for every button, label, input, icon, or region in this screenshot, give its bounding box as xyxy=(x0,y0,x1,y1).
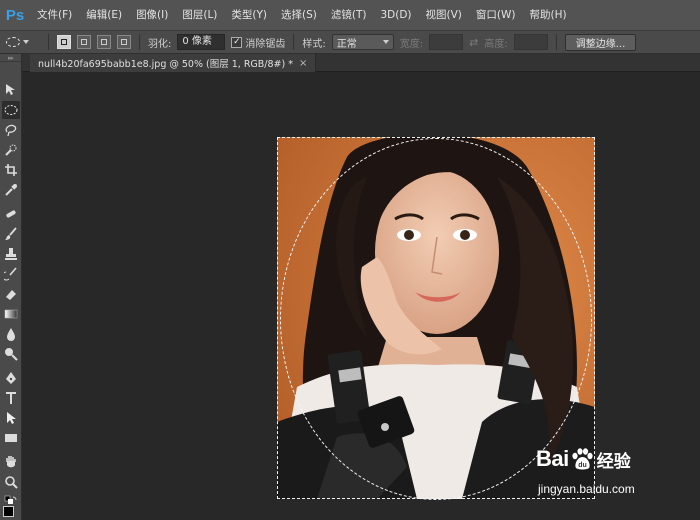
menu-file[interactable]: 文件(F) xyxy=(30,0,79,30)
chevron-down-icon xyxy=(23,40,29,44)
blur-tool-icon[interactable] xyxy=(2,325,20,343)
separator xyxy=(555,34,557,50)
menu-select[interactable]: 选择(S) xyxy=(274,0,324,30)
watermark-logo-row: Bai du 经验 xyxy=(536,446,631,472)
intersect-selection-icon xyxy=(121,39,127,45)
chevron-down-icon xyxy=(382,40,389,44)
menu-window[interactable]: 窗口(W) xyxy=(469,0,523,30)
antialias-option[interactable]: ✓ 消除锯齿 xyxy=(231,35,285,50)
watermark-brand: Bai xyxy=(536,446,569,471)
move-tool-icon[interactable] xyxy=(2,81,20,99)
refine-edge-button[interactable]: 调整边缘... xyxy=(564,33,637,51)
feather-label: 羽化: xyxy=(148,38,172,50)
rectangle-tool-icon[interactable] xyxy=(2,429,20,447)
menu-items: 文件(F) 编辑(E) 图像(I) 图层(L) 类型(Y) 选择(S) 滤镜(T… xyxy=(30,0,574,30)
antialias-checkbox[interactable]: ✓ xyxy=(231,36,243,48)
foreground-color-swatch[interactable] xyxy=(3,506,14,517)
baidu-paw-icon: du xyxy=(570,447,594,471)
toolbox-grip[interactable]: ▸▸ xyxy=(0,54,21,62)
zoom-tool-icon[interactable] xyxy=(2,473,20,491)
watermark-url: jingyan.baidu.com xyxy=(538,482,635,496)
elliptical-marquee-icon xyxy=(6,37,20,47)
quick-selection-tool-icon[interactable] xyxy=(2,141,20,159)
style-label: 样式: xyxy=(302,38,326,50)
eraser-tool-icon[interactable] xyxy=(2,285,20,303)
path-selection-tool-icon[interactable] xyxy=(2,409,20,427)
options-bar: 羽化: 0 像素 ✓ 消除锯齿 样式: 正常 宽度: ⇄ 高度: 调整边缘... xyxy=(0,30,700,54)
style-select-value: 正常 xyxy=(336,38,357,50)
history-brush-tool-icon[interactable] xyxy=(2,265,20,283)
menu-bar: Ps 文件(F) 编辑(E) 图像(I) 图层(L) 类型(Y) 选择(S) 滤… xyxy=(0,0,700,30)
elliptical-marquee-tool-icon[interactable] xyxy=(2,101,20,119)
lasso-tool-icon[interactable] xyxy=(2,121,20,139)
antialias-label: 消除锯齿 xyxy=(245,38,286,50)
menu-type[interactable]: 类型(Y) xyxy=(224,0,274,30)
add-selection-icon xyxy=(81,39,87,45)
menu-view[interactable]: 视图(V) xyxy=(419,0,469,30)
menu-filter[interactable]: 滤镜(T) xyxy=(324,0,374,30)
photoshop-logo: Ps xyxy=(5,6,25,24)
add-to-selection-button[interactable] xyxy=(77,35,91,49)
crop-tool-icon[interactable] xyxy=(2,161,20,179)
separator xyxy=(139,34,140,50)
menu-help[interactable]: 帮助(H) xyxy=(523,0,574,30)
menu-image[interactable]: 图像(I) xyxy=(129,0,175,30)
close-icon[interactable]: × xyxy=(299,58,307,69)
height-input xyxy=(513,34,548,50)
width-input xyxy=(429,34,464,50)
intersect-selection-button[interactable] xyxy=(117,35,131,49)
new-selection-icon xyxy=(61,39,67,45)
separator xyxy=(48,34,49,50)
spot-healing-tool-icon[interactable] xyxy=(2,205,20,223)
watermark-brand-suffix: 经验 xyxy=(596,451,631,472)
type-tool-icon[interactable] xyxy=(2,389,20,407)
width-label: 宽度: xyxy=(399,38,424,50)
document-tab[interactable]: null4b20fa695babb1e8.jpg @ 50% (图层 1, RG… xyxy=(30,54,317,72)
gradient-tool-icon[interactable] xyxy=(2,305,20,323)
clone-stamp-tool-icon[interactable] xyxy=(2,245,20,263)
toolbox: ▸▸ xyxy=(0,54,22,520)
subtract-selection-icon xyxy=(101,39,107,45)
pen-tool-icon[interactable] xyxy=(2,369,20,387)
document-image[interactable] xyxy=(277,137,595,499)
dodge-tool-icon[interactable] xyxy=(2,345,20,363)
height-label: 高度: xyxy=(484,38,508,50)
subtract-from-selection-button[interactable] xyxy=(97,35,111,49)
brush-tool-icon[interactable] xyxy=(2,225,20,243)
new-selection-button[interactable] xyxy=(57,35,71,49)
document-tab-title: null4b20fa695babb1e8.jpg @ 50% (图层 1, RG… xyxy=(38,59,293,70)
hand-tool-icon[interactable] xyxy=(2,453,20,471)
document-tab-bar: null4b20fa695babb1e8.jpg @ 50% (图层 1, RG… xyxy=(22,54,700,72)
feather-input[interactable]: 0 像素 xyxy=(177,34,226,50)
portrait-photo xyxy=(277,137,595,499)
baidu-jingyan-watermark: Bai du 经验 jingyan.baidu.com xyxy=(536,446,696,506)
style-select[interactable]: 正常 xyxy=(331,34,394,50)
separator xyxy=(293,34,295,50)
menu-edit[interactable]: 编辑(E) xyxy=(79,0,129,30)
svg-text:du: du xyxy=(578,462,587,469)
menu-layer[interactable]: 图层(L) xyxy=(175,0,224,30)
eyedropper-tool-icon[interactable] xyxy=(2,181,20,199)
menu-3d[interactable]: 3D(D) xyxy=(373,0,418,30)
swap-icon: ⇄ xyxy=(469,35,479,49)
tool-preset-picker[interactable] xyxy=(6,33,40,51)
